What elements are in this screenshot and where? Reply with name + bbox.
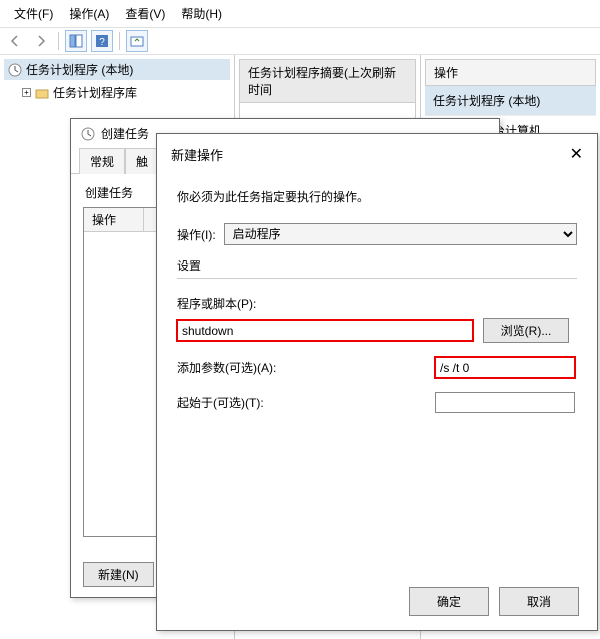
clock-icon	[81, 127, 95, 141]
ok-button[interactable]: 确定	[409, 587, 489, 616]
new-button[interactable]: 新建(N)	[83, 562, 154, 587]
menu-file[interactable]: 文件(F)	[6, 3, 61, 24]
tab-general[interactable]: 常规	[79, 148, 125, 174]
menu-view[interactable]: 查看(V)	[117, 3, 173, 24]
help-icon[interactable]: ?	[91, 30, 113, 52]
menu-action[interactable]: 操作(A)	[61, 3, 117, 24]
folder-icon	[35, 86, 49, 100]
clock-icon	[8, 63, 22, 77]
back-button[interactable]	[4, 30, 26, 52]
browse-button[interactable]: 浏览(R)...	[483, 318, 569, 343]
toolbar-icon-2[interactable]	[126, 30, 148, 52]
action-item-root[interactable]: 任务计划程序 (本地)	[425, 86, 596, 116]
script-input[interactable]	[177, 320, 473, 341]
col-action[interactable]: 操作	[84, 208, 144, 231]
settings-group-label: 设置	[177, 257, 577, 274]
script-label: 程序或脚本(P):	[177, 295, 577, 312]
expand-icon[interactable]: +	[22, 88, 31, 97]
startin-input[interactable]	[435, 392, 575, 413]
args-input[interactable]	[435, 357, 575, 378]
close-icon[interactable]: ✕	[570, 144, 583, 164]
menu-bar: 文件(F) 操作(A) 查看(V) 帮助(H)	[0, 0, 600, 27]
new-action-title: 新建操作	[171, 145, 223, 164]
create-task-title: 创建任务	[101, 125, 149, 142]
tree-root[interactable]: 任务计划程序 (本地)	[4, 59, 230, 80]
toolbar: ?	[0, 27, 600, 55]
tree-root-label: 任务计划程序 (本地)	[26, 61, 133, 78]
action-label: 操作(I):	[177, 226, 216, 243]
new-action-dialog: 新建操作 ✕ 你必须为此任务指定要执行的操作。 操作(I): 启动程序 设置 程…	[156, 133, 598, 631]
new-action-titlebar: 新建操作 ✕	[157, 134, 597, 174]
forward-button[interactable]	[30, 30, 52, 52]
startin-label: 起始于(可选)(T):	[177, 394, 427, 411]
instruction-text: 你必须为此任务指定要执行的操作。	[177, 188, 577, 205]
tab-triggers[interactable]: 触	[125, 148, 159, 174]
tree-child-label: 任务计划程序库	[53, 84, 137, 101]
tree-child[interactable]: + 任务计划程序库	[4, 82, 230, 103]
toolbar-icon-1[interactable]	[65, 30, 87, 52]
args-label: 添加参数(可选)(A):	[177, 359, 427, 376]
svg-text:?: ?	[99, 37, 105, 48]
actions-title: 操作	[425, 59, 596, 86]
cancel-button[interactable]: 取消	[499, 587, 579, 616]
action-select[interactable]: 启动程序	[224, 223, 577, 245]
menu-help[interactable]: 帮助(H)	[173, 3, 230, 24]
summary-head: 任务计划程序摘要(上次刷新时间	[239, 59, 416, 103]
